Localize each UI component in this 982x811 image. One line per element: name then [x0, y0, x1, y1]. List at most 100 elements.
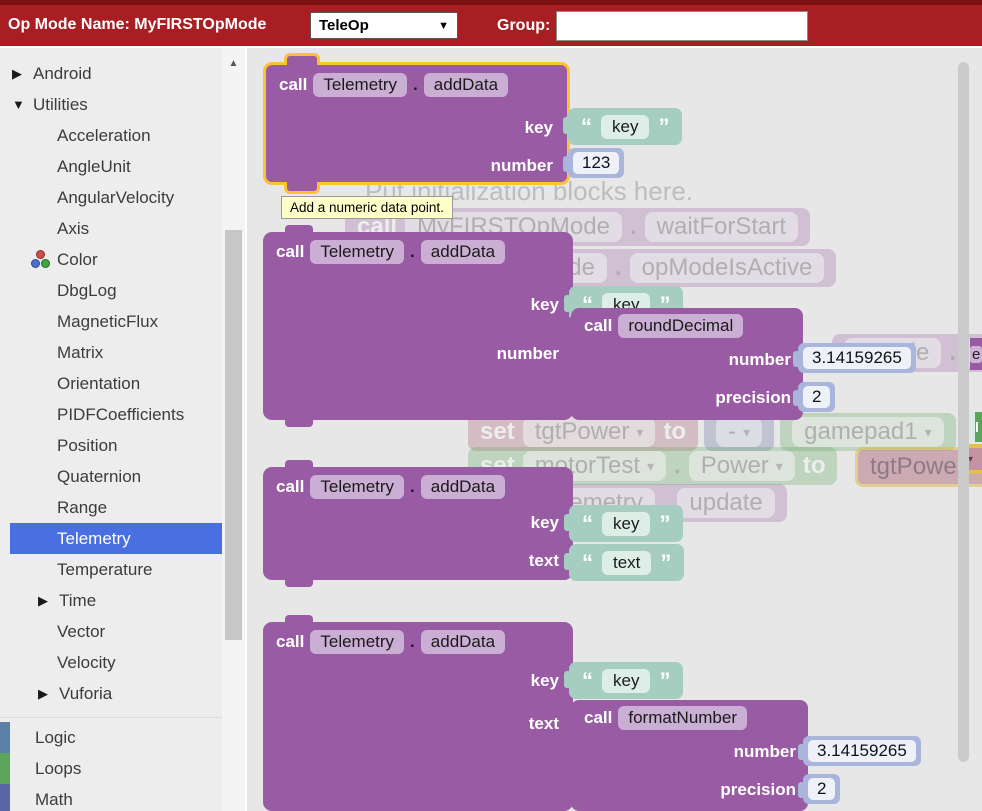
- string-block-text[interactable]: “ text ”: [569, 544, 684, 581]
- string-block-key[interactable]: “ key ”: [568, 108, 682, 145]
- sidebar-item-magneticflux[interactable]: MagneticFlux: [0, 306, 222, 337]
- sidebar-item-loops[interactable]: Loops: [0, 753, 247, 784]
- edge-block-fragment-purple[interactable]: e: [970, 338, 982, 370]
- blockly-workspace[interactable]: Put initialization blocks here. call MyF…: [247, 48, 982, 811]
- object-dropdown-field[interactable]: Telemetry: [310, 240, 404, 264]
- block-formatnumber[interactable]: call formatNumber number precision: [571, 700, 808, 811]
- number-field[interactable]: 3.14159265: [808, 740, 916, 762]
- op-mode-name-title: Op Mode Name: MyFIRSTOpMode: [8, 16, 266, 34]
- block-telemetry-adddata-formatnumber[interactable]: call Telemetry . addData key text: [263, 622, 573, 811]
- arg-label-precision: precision: [715, 388, 791, 408]
- sidebar-item-dbglog[interactable]: DbgLog: [0, 275, 222, 306]
- edge-block-fragment-tgtpower[interactable]: ▾: [968, 444, 982, 474]
- sidebar-item-orientation[interactable]: Orientation: [0, 368, 222, 399]
- method-dropdown-field[interactable]: formatNumber: [618, 706, 747, 730]
- method-dropdown-field[interactable]: addData: [421, 240, 505, 264]
- dot-label: .: [615, 254, 622, 282]
- group-input[interactable]: [556, 11, 808, 41]
- block-telemetry-adddata-rounddecimal[interactable]: call Telemetry . addData key number: [263, 232, 573, 420]
- object-dropdown-field[interactable]: Telemetry: [310, 630, 404, 654]
- sidebar-item-android[interactable]: ▶ Android: [0, 58, 222, 89]
- sidebar-item-temperature[interactable]: Temperature: [0, 554, 222, 585]
- next-connector-tab: [285, 579, 313, 587]
- sidebar-item-pidfcoefficients[interactable]: PIDFCoefficients: [0, 399, 222, 430]
- number-block-pi[interactable]: 3.14159265: [803, 736, 921, 766]
- sidebar-item-axis[interactable]: Axis: [0, 213, 222, 244]
- sidebar-item-label: PIDFCoefficients: [57, 405, 184, 425]
- number-block-precision[interactable]: 2: [798, 382, 835, 412]
- object-dropdown-field[interactable]: Telemetry: [310, 475, 404, 499]
- sidebar-scrollbar[interactable]: ▲: [222, 48, 247, 811]
- expanded-arrow-icon: ▼: [12, 97, 33, 112]
- string-block-key[interactable]: “ key ”: [569, 662, 683, 699]
- string-text-field[interactable]: key: [602, 512, 650, 536]
- variable-field: tgtPower: [870, 453, 965, 481]
- call-label: call: [279, 75, 307, 95]
- previous-connector-tab: [285, 225, 313, 233]
- number-field[interactable]: 2: [808, 778, 835, 800]
- flyout-scrollbar-thumb[interactable]: [958, 62, 969, 762]
- arg-label-number: number: [729, 350, 791, 370]
- property-field: Power: [701, 452, 769, 480]
- sidebar-item-label: Logic: [35, 728, 76, 748]
- set-label: set: [480, 418, 515, 446]
- method-dropdown-field[interactable]: addData: [424, 73, 508, 97]
- open-quote-icon: “: [582, 513, 593, 535]
- sidebar-item-quaternion[interactable]: Quaternion: [0, 461, 222, 492]
- scroll-up-arrow-icon[interactable]: ▲: [222, 58, 245, 69]
- string-text-field[interactable]: key: [602, 669, 650, 693]
- next-connector-tab: [285, 419, 313, 427]
- dot-label: .: [410, 242, 415, 262]
- dropdown-caret-icon: ▾: [743, 424, 750, 441]
- sidebar-item-label: Telemetry: [57, 529, 131, 549]
- collapsed-arrow-icon: ▶: [38, 593, 59, 609]
- sidebar-item-telemetry-selected[interactable]: Telemetry: [10, 523, 222, 554]
- sidebar-item-matrix[interactable]: Matrix: [0, 337, 222, 368]
- method-dropdown-field[interactable]: addData: [421, 475, 505, 499]
- sidebar-item-label: Color: [57, 250, 98, 270]
- collapsed-arrow-icon: ▶: [12, 66, 33, 82]
- number-block-123[interactable]: 123: [568, 148, 624, 178]
- arg-label-text: text: [529, 551, 559, 571]
- number-field[interactable]: 3.14159265: [803, 347, 911, 369]
- number-block-precision[interactable]: 2: [803, 774, 840, 804]
- method-dropdown-field[interactable]: roundDecimal: [618, 314, 743, 338]
- to-label: to: [663, 418, 686, 446]
- sidebar-item-angleunit[interactable]: AngleUnit: [0, 151, 222, 182]
- sidebar-item-vector[interactable]: Vector: [0, 616, 222, 647]
- previous-connector-tab: [285, 615, 313, 623]
- toolbox-sidebar: ▶ Android ▼ Utilities Acceleration Angle…: [0, 48, 247, 811]
- string-text-field[interactable]: text: [602, 551, 651, 575]
- block-telemetry-adddata-text[interactable]: call Telemetry . addData key text: [263, 467, 573, 580]
- number-field[interactable]: 2: [803, 386, 830, 408]
- sidebar-scrollbar-thumb[interactable]: [225, 230, 242, 640]
- flavor-dropdown[interactable]: TeleOp ▼: [310, 12, 458, 39]
- block-rounddecimal[interactable]: call roundDecimal number precision: [571, 308, 803, 420]
- sidebar-item-time[interactable]: ▶ Time: [0, 585, 222, 616]
- number-block-pi[interactable]: 3.14159265: [798, 343, 916, 373]
- sidebar-item-angularvelocity[interactable]: AngularVelocity: [0, 182, 222, 213]
- edge-block-fragment-green[interactable]: l: [968, 412, 982, 442]
- sidebar-item-color[interactable]: Color: [0, 244, 222, 275]
- sidebar-item-label: Temperature: [57, 560, 152, 580]
- sidebar-item-logic[interactable]: Logic: [0, 722, 247, 753]
- block-telemetry-adddata-number-selected[interactable]: call Telemetry . addData key number: [263, 62, 570, 185]
- sidebar-item-utilities[interactable]: ▼ Utilities: [0, 89, 222, 120]
- object-dropdown-field[interactable]: Telemetry: [313, 73, 407, 97]
- string-block-key[interactable]: “ key ”: [569, 505, 683, 542]
- sidebar-separator: [0, 717, 222, 718]
- sidebar-item-position[interactable]: Position: [0, 430, 222, 461]
- sidebar-item-acceleration[interactable]: Acceleration: [0, 120, 222, 151]
- sidebar-item-math[interactable]: Math: [0, 784, 247, 811]
- string-text-field[interactable]: key: [601, 115, 649, 139]
- sidebar-item-vuforia[interactable]: ▶ Vuforia: [0, 678, 222, 709]
- arg-label-number: number: [734, 742, 796, 762]
- sidebar-item-label: Math: [35, 790, 73, 810]
- method-dropdown-field[interactable]: addData: [421, 630, 505, 654]
- color-dots-icon: [30, 250, 52, 270]
- sidebar-item-range[interactable]: Range: [0, 492, 222, 523]
- close-quote-icon: ”: [659, 513, 670, 535]
- sidebar-item-velocity[interactable]: Velocity: [0, 647, 222, 678]
- number-field[interactable]: 123: [573, 152, 619, 174]
- dot-label: .: [410, 477, 415, 497]
